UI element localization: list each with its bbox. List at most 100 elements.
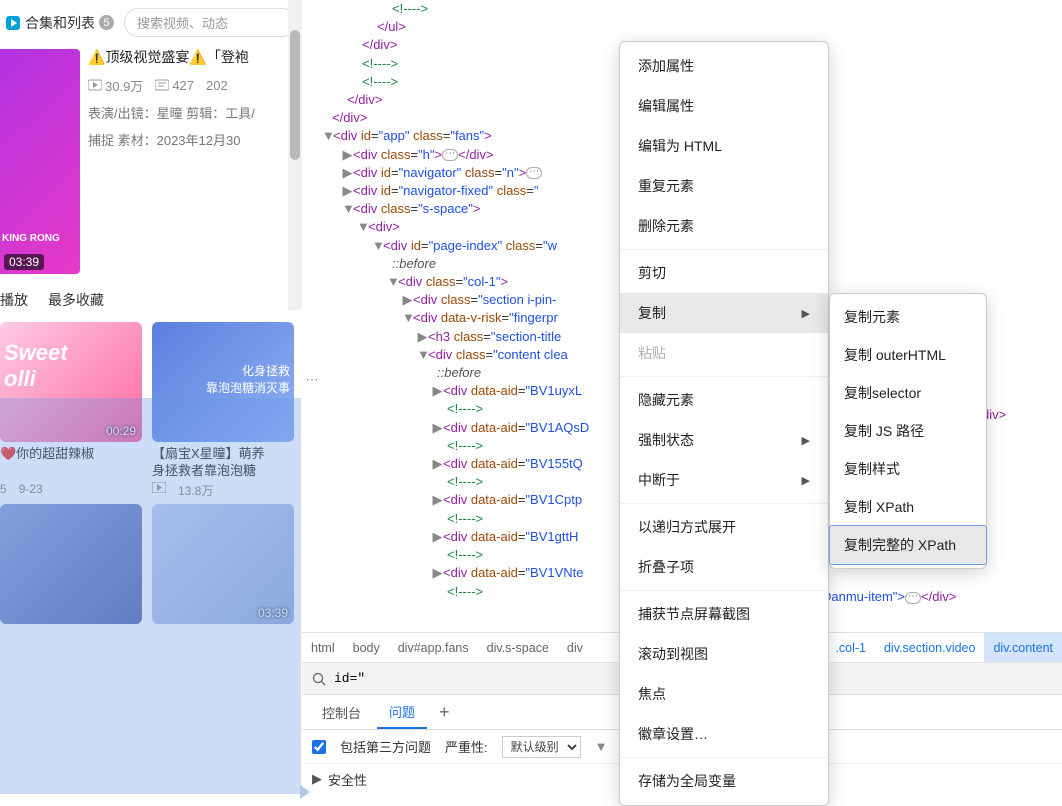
expand-arrow-icon[interactable]: ▼ — [357, 218, 368, 236]
grid-duration: 03:39 — [258, 606, 288, 620]
expand-arrow-icon[interactable]: ▶ — [402, 291, 413, 309]
copy-outerhtml[interactable]: 复制 outerHTML — [830, 336, 986, 374]
ctx-expand[interactable]: 以递归方式展开 — [620, 507, 828, 547]
expand-arrow-icon[interactable]: ▼ — [322, 127, 333, 145]
grid-views: 5 — [0, 482, 7, 496]
copy-full-xpath[interactable]: 复制完整的 XPath — [829, 525, 987, 565]
separator — [620, 249, 828, 250]
context-menu: 添加属性 编辑属性 编辑为 HTML 重复元素 删除元素 剪切 复制▶ 粘贴 隐… — [619, 41, 829, 806]
expand-arrow-icon[interactable]: ▶ — [342, 146, 353, 164]
grid-date: 9-23 — [19, 482, 43, 496]
crumb-content[interactable]: div.content — [984, 633, 1062, 662]
grid-caption: ❤️你的超甜辣椒 — [0, 446, 142, 480]
video-capture: 捕捉 素材：2023年12月30 — [88, 130, 294, 149]
scrollbar-handle[interactable] — [290, 30, 300, 160]
tab-collections[interactable]: 合集和列表 5 — [5, 13, 114, 33]
copy-selector[interactable]: 复制selector — [830, 374, 986, 412]
ellipsis-icon[interactable]: ⋯ — [526, 167, 542, 179]
expand-arrow-icon[interactable]: ▼ — [387, 273, 398, 291]
issue-security: 安全性 — [328, 770, 367, 789]
ctx-break[interactable]: 中断于▶ — [620, 460, 828, 500]
grid-duration: 00:29 — [106, 424, 136, 438]
video-duration: 03:39 — [4, 254, 44, 270]
ctx-duplicate[interactable]: 重复元素 — [620, 166, 828, 206]
ctx-copy[interactable]: 复制▶ — [620, 293, 828, 333]
grid-item[interactable]: 【扇宝X星曈】萌养身拯救者靠泡泡糖 13.8万 — [152, 322, 294, 499]
tab-badge: 5 — [99, 15, 114, 30]
video-date: 202 — [206, 78, 228, 93]
crumb-space[interactable]: div.s-space — [478, 633, 558, 662]
crumb-app[interactable]: div#app.fans — [389, 633, 478, 662]
video-cast: 表演/出镜：星曈 剪辑：工具/ — [88, 103, 294, 122]
expand-arrow-icon[interactable]: ▼ — [402, 309, 413, 327]
third-party-label: 包括第三方问题 — [340, 737, 431, 756]
video-search[interactable]: 搜索视频、动态 — [124, 8, 297, 37]
sort-fav[interactable]: 最多收藏 — [48, 290, 104, 310]
ctx-collapse[interactable]: 折叠子项 — [620, 547, 828, 587]
copy-submenu: 复制元素 复制 outerHTML 复制selector 复制 JS 路径 复制… — [829, 293, 987, 569]
separator — [620, 757, 828, 758]
copy-styles[interactable]: 复制样式 — [830, 450, 986, 488]
expand-arrow-icon[interactable]: ▼ — [372, 237, 383, 255]
tab-label: 合集和列表 — [25, 13, 95, 33]
separator — [620, 376, 828, 377]
ctx-delete[interactable]: 删除元素 — [620, 206, 828, 246]
severity-select[interactable]: 默认级别 — [502, 736, 581, 758]
expand-arrow-icon[interactable]: ▼ — [417, 346, 428, 364]
expand-arrow-icon[interactable]: ▶ — [312, 771, 322, 787]
grid-item[interactable]: 00:29 ❤️你的超甜辣椒 5 9-23 — [0, 322, 142, 499]
add-tab-button[interactable]: + — [431, 702, 458, 723]
copy-xpath[interactable]: 复制 XPath — [830, 488, 986, 526]
ctx-cut[interactable]: 剪切 — [620, 253, 828, 293]
ctx-hide[interactable]: 隐藏元素 — [620, 380, 828, 420]
sort-play[interactable]: 播放 — [0, 290, 28, 310]
crumb-body[interactable]: body — [344, 633, 389, 662]
severity-label: 严重性: — [445, 737, 488, 756]
sidebar-scrollbar[interactable] — [288, 0, 302, 310]
ctx-edit-html[interactable]: 编辑为 HTML — [620, 126, 828, 166]
ctx-store-global[interactable]: 存储为全局变量 — [620, 761, 828, 801]
grid-views: 13.8万 — [178, 482, 213, 499]
play-icon — [5, 15, 21, 31]
gutter-menu-icon[interactable]: ⋯ — [302, 372, 322, 388]
ellipsis-icon[interactable]: ⋯ — [905, 592, 921, 604]
danmu-stat: 427 — [155, 78, 194, 93]
tab-console[interactable]: 控制台 — [310, 695, 373, 729]
grid-item[interactable] — [0, 504, 142, 624]
copy-element[interactable]: 复制元素 — [830, 298, 986, 336]
expand-arrow-icon[interactable]: ▶ — [417, 328, 428, 346]
ctx-add-attribute[interactable]: 添加属性 — [620, 46, 828, 86]
expand-arrow-icon[interactable]: ▶ — [342, 182, 353, 200]
ctx-focus[interactable]: 焦点 — [620, 674, 828, 714]
carousel-arrow-icon[interactable] — [300, 785, 310, 799]
expand-arrow-icon[interactable]: ▶ — [432, 455, 443, 473]
expand-arrow-icon[interactable]: ▶ — [432, 528, 443, 546]
ctx-paste: 粘贴 — [620, 333, 828, 373]
ctx-badge[interactable]: 徽章设置… — [620, 714, 828, 754]
video-title[interactable]: ⚠️顶级视觉盛宴⚠️「登袍 — [88, 49, 294, 66]
video-thumbnail[interactable]: KING RONG 03:39 — [0, 49, 80, 274]
grid-item[interactable]: 03:39 — [152, 504, 294, 624]
expand-arrow-icon[interactable]: ▶ — [432, 564, 443, 582]
ctx-scroll[interactable]: 滚动到视图 — [620, 634, 828, 674]
crumb-div[interactable]: div — [558, 633, 592, 662]
include-third-party-checkbox[interactable] — [312, 740, 326, 754]
ctx-edit-attribute[interactable]: 编辑属性 — [620, 86, 828, 126]
play-icon — [152, 482, 166, 493]
copy-js-path[interactable]: 复制 JS 路径 — [830, 412, 986, 450]
expand-arrow-icon[interactable]: ▶ — [432, 491, 443, 509]
ctx-screenshot[interactable]: 捕获节点屏幕截图 — [620, 594, 828, 634]
ctx-force-state[interactable]: 强制状态▶ — [620, 420, 828, 460]
ellipsis-icon[interactable]: ⋯ — [442, 149, 458, 161]
search-icon — [312, 671, 326, 687]
crumb-col[interactable]: .col-1 — [826, 633, 875, 662]
expand-arrow-icon[interactable]: ▼ — [342, 200, 353, 218]
expand-arrow-icon[interactable]: ▶ — [432, 382, 443, 400]
tab-issues[interactable]: 问题 — [377, 695, 427, 729]
expand-arrow-icon[interactable]: ▶ — [342, 164, 353, 182]
crumb-section[interactable]: div.section.video — [875, 633, 985, 662]
expand-arrow-icon[interactable]: ▶ — [432, 419, 443, 437]
crumb-html[interactable]: html — [302, 633, 344, 662]
separator — [620, 503, 828, 504]
chevron-right-icon: ▶ — [802, 307, 810, 320]
